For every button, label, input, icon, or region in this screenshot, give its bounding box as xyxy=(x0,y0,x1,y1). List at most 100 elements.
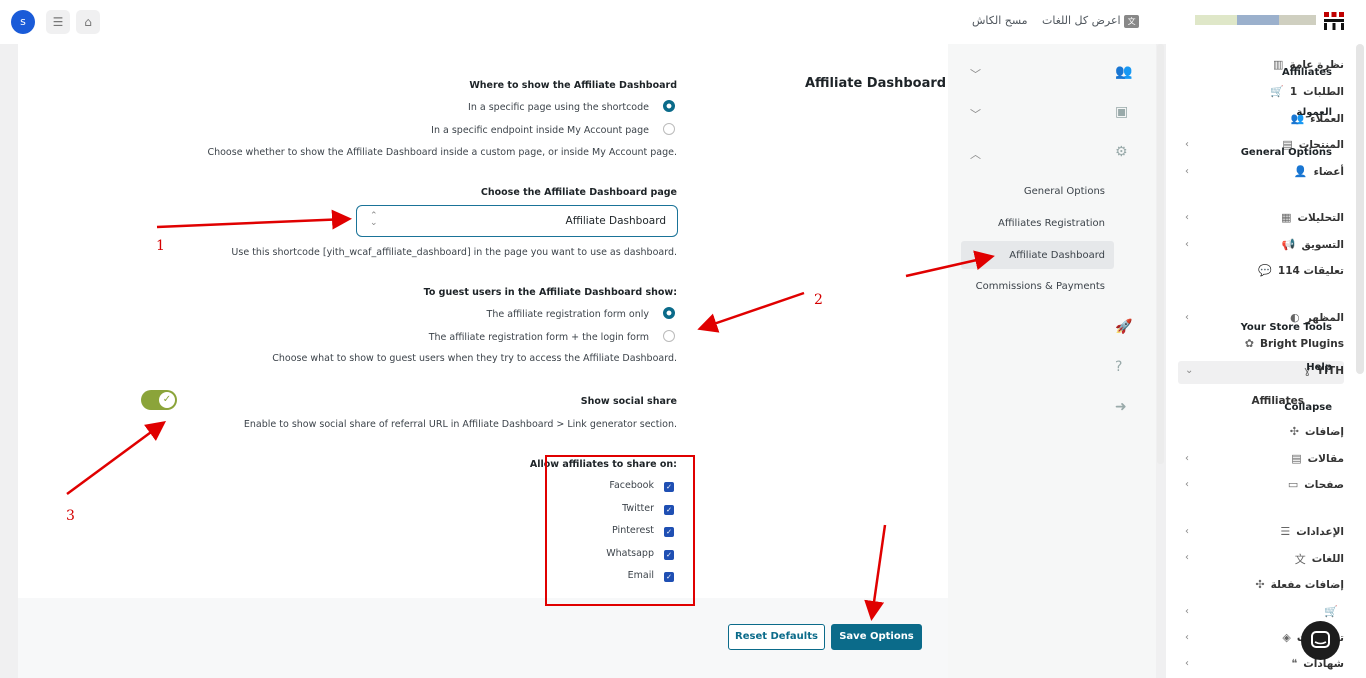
check-icon: ✓ xyxy=(159,392,175,408)
admin-menu-item[interactable]: ✿ Bright Plugins xyxy=(1245,337,1344,350)
dashboard-page-select[interactable]: ⌃ ⌄ Affiliate Dashboard xyxy=(356,205,678,237)
admin-menu-item[interactable]: 👤 أعضاء xyxy=(1294,165,1344,178)
admin-menu-item[interactable]: 🛒 xyxy=(1324,605,1344,618)
radio-registration-only[interactable] xyxy=(663,307,675,319)
help-icon[interactable]: ? xyxy=(1115,359,1122,375)
chevron-left-icon[interactable]: ‹ xyxy=(1185,139,1189,150)
help-text: Choose whether to show the Affiliate Das… xyxy=(207,147,677,158)
nav-item[interactable]: Affiliates xyxy=(1282,67,1332,78)
show-all-languages-link[interactable]: اعرض كل اللغات 文 xyxy=(1042,14,1140,28)
help-text: Enable to show social share of referral … xyxy=(243,419,677,430)
radio-endpoint[interactable] xyxy=(663,123,675,135)
radio-shortcode[interactable] xyxy=(663,100,675,112)
help-text: Use this shortcode [yith_wcaf_affiliate_… xyxy=(231,247,677,258)
brand-strip xyxy=(1279,15,1316,25)
admin-menu-item[interactable]: 🛒 1 الطلبات xyxy=(1270,85,1344,98)
admin-menu-item[interactable]: ✣ إضافات مفعلة xyxy=(1255,578,1344,591)
pages-icon: ▭ xyxy=(1287,478,1299,491)
chevron-left-icon[interactable]: ‹ xyxy=(1185,239,1189,250)
admin-menu-label: إضافات xyxy=(1304,425,1344,438)
puzzle-icon: ✣ xyxy=(1255,578,1265,591)
chevron-left-icon[interactable]: ‹ xyxy=(1185,166,1189,177)
admin-menu-label: اللغات xyxy=(1311,553,1344,565)
help-text: Choose what to show to guest users when … xyxy=(272,353,677,364)
chat-launcher[interactable] xyxy=(1301,621,1340,660)
admin-menu-label: Bright Plugins xyxy=(1259,337,1344,350)
admin-menu-label: التحليلات xyxy=(1297,211,1345,224)
admin-menu-label: صفحات xyxy=(1304,478,1344,491)
nav-item[interactable]: العمولة xyxy=(1296,107,1332,118)
where-to-show-label: Where to show the Affiliate Dashboard xyxy=(469,80,677,91)
chevron-left-icon[interactable]: ‹ xyxy=(1185,479,1189,490)
radio-label[interactable]: The affiliate registration form only xyxy=(487,309,649,320)
annotation-number: 3 xyxy=(66,508,75,524)
nav-item[interactable]: Help xyxy=(1306,362,1332,373)
chevron-left-icon[interactable]: ‹ xyxy=(1185,453,1189,464)
admin-menu-item[interactable]: 💬 تعليقات 114 xyxy=(1258,264,1344,277)
radio-label[interactable]: In a specific endpoint inside My Account… xyxy=(431,125,649,136)
radio-label[interactable]: The affiliate registration form + the lo… xyxy=(429,332,649,343)
admin-menu-item[interactable]: ▦ التحليلات xyxy=(1281,211,1344,224)
nav-scrollbar[interactable] xyxy=(1157,44,1164,464)
subnav-item[interactable]: Commissions & Payments xyxy=(976,281,1105,292)
chat-icon xyxy=(1311,631,1330,648)
chevron-down-icon[interactable]: ⌄ xyxy=(1185,365,1193,376)
comment-icon: 💬 xyxy=(1258,264,1272,277)
puzzle-icon: ✣ xyxy=(1289,425,1299,438)
brand-strip xyxy=(1195,15,1237,25)
subnav-item[interactable]: Affiliate Dashboard xyxy=(1009,250,1105,261)
rocket-icon[interactable]: 🚀 xyxy=(1115,319,1132,335)
cart-icon: 🛒 xyxy=(1324,605,1338,618)
chevron-left-icon[interactable]: ‹ xyxy=(1185,632,1189,643)
member-icon: 👤 xyxy=(1293,165,1308,178)
subnav-item[interactable]: Affiliates Registration xyxy=(998,218,1105,229)
plugin-icon: ✿ xyxy=(1244,337,1254,350)
admin-menu-item[interactable]: ▤ مقالات xyxy=(1291,452,1344,465)
admin-menu-label: أعضاء xyxy=(1313,165,1344,178)
admin-menu-item[interactable]: ▭ صفحات xyxy=(1288,478,1344,491)
megaphone-icon: 📢 xyxy=(1281,238,1296,251)
radio-registration-login[interactable] xyxy=(663,330,675,342)
chevron-up-icon[interactable]: ︿ xyxy=(970,146,981,162)
clear-cache-link[interactable]: مسح الكاش xyxy=(972,14,1028,27)
count-badge: 1 xyxy=(1289,85,1298,98)
subnav-item[interactable]: General Options xyxy=(1024,186,1105,197)
admin-menu-item[interactable]: 文 اللغات xyxy=(1295,551,1344,567)
chevron-down-icon[interactable]: ﹀ xyxy=(970,66,981,82)
guest-show-label: To guest users in the Affiliate Dashboar… xyxy=(423,287,677,298)
reset-defaults-button[interactable]: Reset Defaults xyxy=(728,624,825,650)
nav-item[interactable]: General Options xyxy=(1241,147,1332,158)
admin-menu-label: تعليقات 114 xyxy=(1277,264,1344,277)
site-logo[interactable] xyxy=(1323,9,1345,31)
admin-menu-item[interactable]: 📢 التسويق xyxy=(1282,238,1344,251)
admin-menu-item[interactable]: ☰ الإعدادات xyxy=(1280,525,1344,538)
sliders-icon[interactable]: ☰ xyxy=(46,10,70,34)
chevron-left-icon[interactable]: ‹ xyxy=(1185,658,1189,669)
language-icon: 文 xyxy=(1124,14,1140,28)
radio-label[interactable]: In a specific page using the shortcode xyxy=(468,102,649,113)
page-scrollbar[interactable] xyxy=(1356,44,1364,374)
chevron-left-icon[interactable]: ‹ xyxy=(1185,552,1189,563)
dashboard-page-label: Choose the Affiliate Dashboard page xyxy=(480,187,677,198)
chevron-left-icon[interactable]: ‹ xyxy=(1185,526,1189,537)
brand-strip xyxy=(1237,15,1279,25)
cart-icon: 🛒 xyxy=(1270,85,1284,98)
chevron-down-icon[interactable]: ﹀ xyxy=(970,106,981,122)
chevron-left-icon[interactable]: ‹ xyxy=(1185,606,1189,617)
save-options-button[interactable]: Save Options xyxy=(831,624,922,650)
social-share-label: Show social share xyxy=(580,396,677,407)
home-icon[interactable]: ⌂ xyxy=(76,10,100,34)
admin-menu-item[interactable]: ✣ إضافات xyxy=(1290,425,1344,438)
nav-item[interactable]: Your Store Tools xyxy=(1241,322,1332,333)
chevron-left-icon[interactable]: ‹ xyxy=(1185,312,1189,323)
design-icon: ◈ xyxy=(1282,631,1291,644)
annotation-number: 2 xyxy=(814,292,823,308)
nav-item[interactable]: Collapse xyxy=(1284,402,1332,413)
avatar[interactable]: s xyxy=(11,10,35,34)
admin-menu-label: الطلبات xyxy=(1303,85,1344,98)
plugin-nav xyxy=(948,44,1156,678)
chevron-left-icon[interactable]: ‹ xyxy=(1185,212,1189,223)
collapse-icon[interactable]: ➜ xyxy=(1115,399,1127,415)
settings-icon: ☰ xyxy=(1280,525,1291,538)
social-share-toggle[interactable]: ✓ xyxy=(141,390,177,410)
